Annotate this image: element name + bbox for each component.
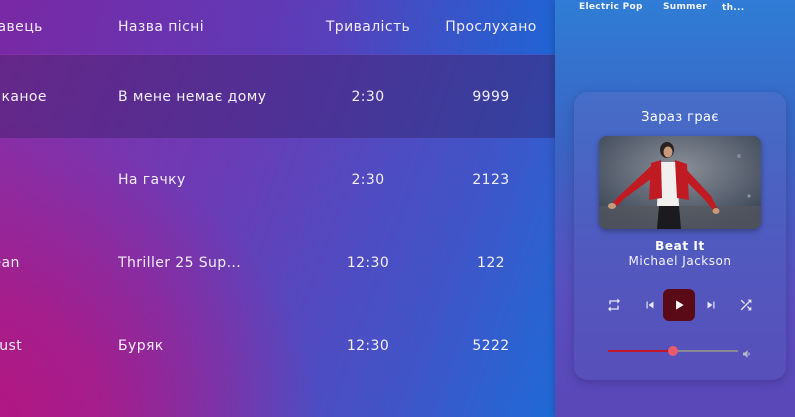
album-cover [599,136,761,229]
volume-thumb[interactable] [668,346,678,356]
row-duration: 12:30 [346,337,390,354]
volume-icon [743,350,750,358]
row-title: Буряк [118,337,164,354]
row-title: В мене немає дому [118,88,267,105]
repeat-button[interactable] [599,288,629,322]
row-plays: 2123 [472,171,510,188]
table-row[interactable]: Jean Thriller 25 Sup... 12:30 122 [0,221,555,304]
song-table: навець Назва пісні Тривалість Прослухано… [0,0,555,417]
column-header-plays[interactable]: Прослухано [440,0,542,54]
row-plays: 5222 [472,337,510,354]
now-playing-card: Зараз грає Beat It Michael Jackson [574,92,786,380]
playlist-tile-electric-pop[interactable]: Electric Pop [579,2,643,12]
volume-button[interactable] [741,345,755,358]
playback-controls [574,288,786,322]
play-button[interactable] [663,289,695,321]
now-playing-label: Зараз грає [641,110,719,125]
track-title: Beat It [655,239,705,253]
repeat-icon [608,298,620,312]
table-row[interactable]: T На гачку 2:30 2123 [0,138,555,221]
skip-next-icon [707,301,715,309]
table-row[interactable]: Gust Буряк 12:30 5222 [0,304,555,387]
column-header-title[interactable]: Назва пісні [118,0,318,54]
skip-previous-icon [646,301,654,309]
row-duration: 12:30 [346,254,390,271]
row-artist: в каное [0,88,47,105]
row-duration: 2:30 [351,88,385,105]
playlist-tile-summer[interactable]: Summer [663,2,707,12]
row-plays: 9999 [472,88,510,105]
row-title: На гачку [118,171,186,188]
row-duration: 2:30 [351,171,385,188]
column-header-duration[interactable]: Тривалість [318,0,418,54]
shuffle-button[interactable] [731,288,761,322]
table-header: навець Назва пісні Тривалість Прослухано [0,0,555,54]
volume-slider[interactable] [608,344,768,358]
previous-button[interactable] [635,288,665,322]
next-button[interactable] [696,288,726,322]
play-icon [676,300,684,310]
sidebar: Electric Pop Summer Sounds of th... Зара… [555,0,795,417]
row-artist: T [0,138,88,221]
track-artist: Michael Jackson [628,254,732,268]
row-plays: 122 [477,254,505,271]
row-title: Thriller 25 Sup... [118,254,242,271]
album-cover-art [599,136,761,229]
table-row[interactable]: в каное В мене немає дому 2:30 9999 [0,55,555,138]
shuffle-icon [740,299,752,311]
column-header-artist[interactable]: навець [0,0,88,54]
playlist-tile-sounds[interactable]: Sounds of th... [722,0,782,13]
row-artist: Gust [0,337,23,354]
row-artist: Jean [0,254,20,271]
volume-track[interactable] [608,346,738,356]
volume-fill [608,350,673,352]
